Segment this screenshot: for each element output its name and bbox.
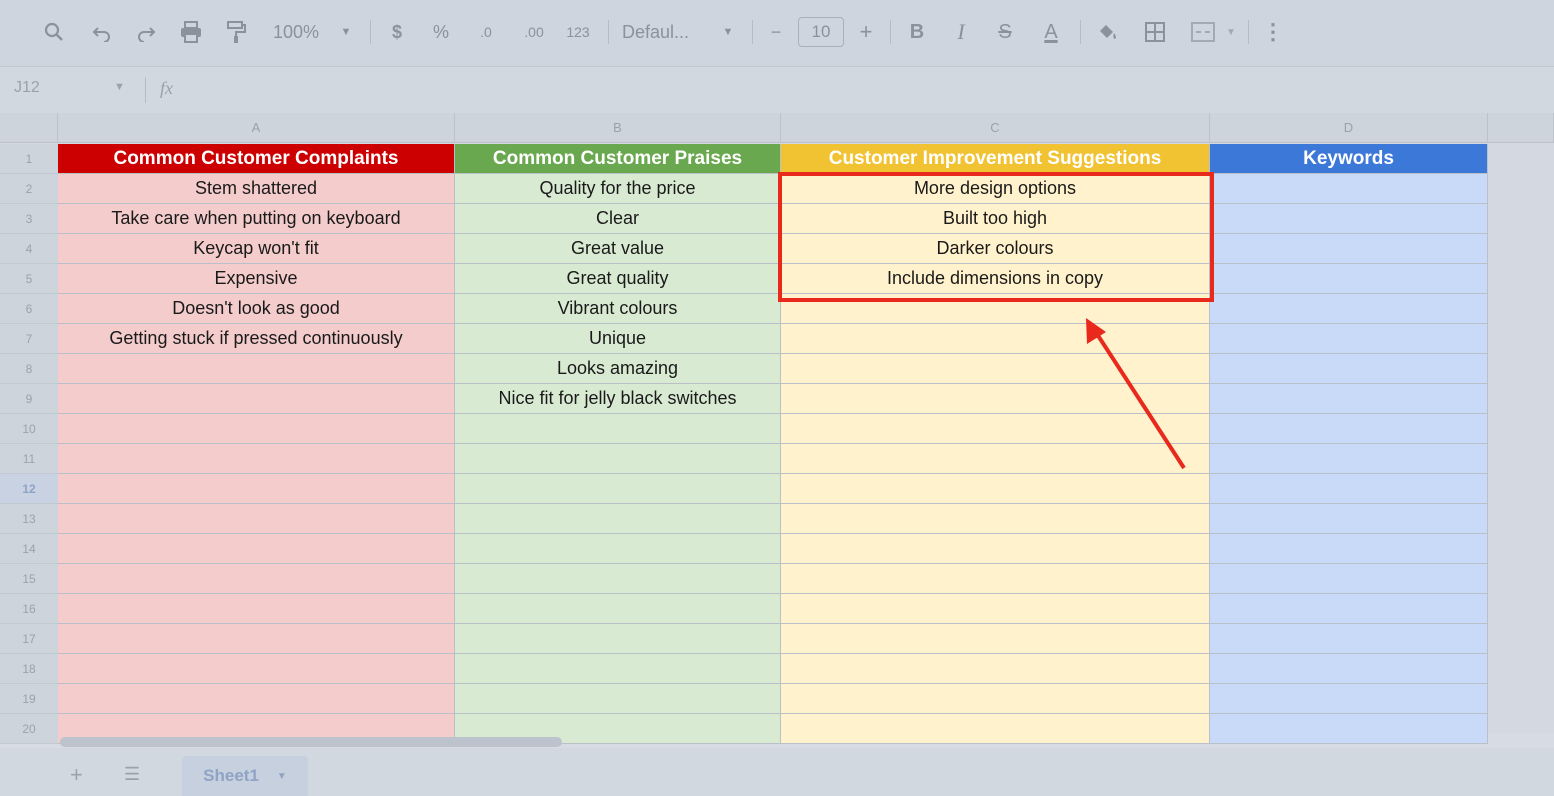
annotation-arrow-line xyxy=(1095,332,1186,470)
add-sheet-icon[interactable]: + xyxy=(70,762,83,788)
annotation-overlay xyxy=(778,172,1214,470)
all-sheets-icon[interactable]: ☰ xyxy=(124,764,140,785)
sheet-tab-label: Sheet1 xyxy=(203,766,259,785)
horizontal-scrollbar[interactable] xyxy=(60,737,562,747)
sheet-tab-sheet1[interactable]: Sheet1 ▼ xyxy=(182,756,308,796)
highlight-box xyxy=(778,172,1214,302)
chevron-down-icon[interactable]: ▼ xyxy=(277,771,287,782)
